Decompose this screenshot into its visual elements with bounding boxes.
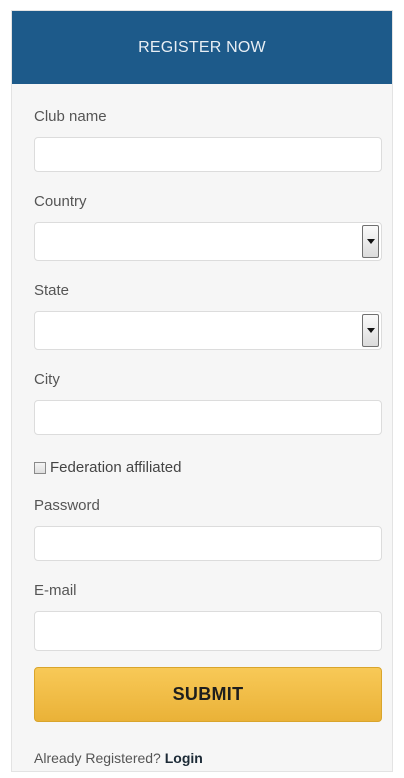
submit-button[interactable]: SUBMIT bbox=[34, 667, 382, 722]
login-link[interactable]: Login bbox=[165, 750, 203, 766]
registration-panel: REGISTER NOW Club name Country State Cit… bbox=[11, 10, 393, 772]
email-input[interactable] bbox=[34, 611, 382, 651]
login-prompt: Already Registered? Login bbox=[34, 750, 382, 766]
password-label: Password bbox=[34, 497, 100, 514]
club-name-input[interactable] bbox=[34, 137, 382, 172]
chevron-down-icon bbox=[366, 239, 375, 244]
country-label: Country bbox=[34, 193, 87, 210]
state-dropdown-button[interactable] bbox=[362, 314, 379, 347]
city-label: City bbox=[34, 371, 60, 388]
register-header: REGISTER NOW bbox=[12, 11, 392, 84]
country-dropdown-button[interactable] bbox=[362, 225, 379, 258]
city-input[interactable] bbox=[34, 400, 382, 435]
chevron-down-icon bbox=[366, 328, 375, 333]
state-label: State bbox=[34, 282, 70, 299]
state-select[interactable] bbox=[34, 311, 382, 350]
email-label: E-mail bbox=[34, 582, 77, 599]
club-name-label: Club name bbox=[34, 108, 107, 125]
already-registered-text: Already Registered? bbox=[34, 750, 161, 766]
register-title: REGISTER NOW bbox=[138, 38, 266, 56]
country-select[interactable] bbox=[34, 222, 382, 261]
submit-label: SUBMIT bbox=[172, 684, 244, 704]
federation-label[interactable]: Federation affiliated bbox=[50, 459, 181, 476]
federation-checkbox[interactable] bbox=[34, 461, 46, 474]
password-input[interactable] bbox=[34, 526, 382, 561]
federation-row: Federation affiliated bbox=[34, 459, 382, 476]
registration-form: Club name Country State City Federation … bbox=[12, 108, 392, 766]
